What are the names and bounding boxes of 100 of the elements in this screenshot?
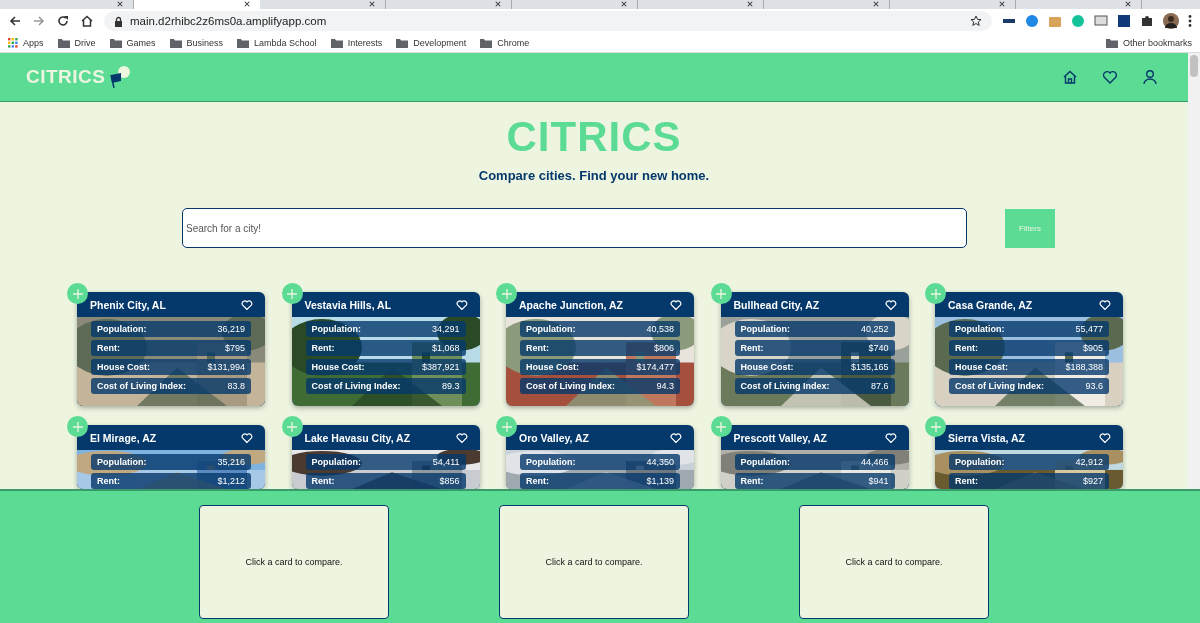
stat-label: Cost of Living Index: bbox=[955, 381, 1044, 391]
plus-icon bbox=[287, 288, 297, 299]
menu-icon[interactable] bbox=[1188, 14, 1192, 28]
compare-hint: Click a card to compare. bbox=[245, 557, 343, 567]
folder-icon bbox=[237, 37, 250, 48]
stat-label: Cost of Living Index: bbox=[526, 381, 615, 391]
city-card[interactable]: Bullhead City, AZ Population: 40,252 Rent: $740 House Cost: $135,165 Cost of Living Index: 87.6 bbox=[720, 292, 909, 406]
stat-label: Population: bbox=[526, 324, 576, 334]
close-icon[interactable] bbox=[747, 1, 753, 7]
add-button[interactable] bbox=[281, 416, 303, 437]
stat-value: $856 bbox=[439, 476, 460, 486]
add-button[interactable] bbox=[710, 416, 732, 437]
folder-icon bbox=[396, 37, 409, 48]
bookmark-folder[interactable]: Lambda School bbox=[237, 37, 317, 48]
close-icon[interactable] bbox=[495, 1, 501, 7]
add-button[interactable] bbox=[710, 283, 732, 304]
stat-label: Population: bbox=[97, 324, 147, 334]
home-icon[interactable] bbox=[80, 14, 94, 28]
city-name: Vestavia Hills, AL bbox=[304, 298, 392, 311]
city-card[interactable]: Phenix City, AL Population: 36,219 Rent: $795 House Cost: $131,994 Cost of Living Index: 83.8 bbox=[77, 292, 265, 406]
plus-icon bbox=[930, 288, 941, 299]
bookmark-folder[interactable]: Drive bbox=[57, 37, 96, 48]
bookmark-folder[interactable]: Development bbox=[396, 37, 467, 48]
compare-slot[interactable]: Click a card to compare. bbox=[799, 505, 989, 619]
city-card[interactable]: Vestavia Hills, AL Population: 34,291 Rent: $1,068 House Cost: $387,921 Cost of Living Index: 89.3 bbox=[291, 292, 480, 406]
stat-value: 87.6 bbox=[870, 381, 889, 391]
avatar-icon[interactable] bbox=[1163, 13, 1179, 29]
stat-value: 44,466 bbox=[860, 457, 889, 467]
stat-label: Rent: bbox=[526, 343, 549, 353]
stat-value: 44,350 bbox=[646, 457, 674, 467]
stat-label: Population: bbox=[311, 324, 361, 334]
stat-label: Rent: bbox=[955, 476, 978, 486]
forward-icon[interactable] bbox=[32, 14, 46, 28]
add-button[interactable] bbox=[67, 283, 88, 304]
plus-icon bbox=[72, 421, 83, 432]
puzzle-icon[interactable] bbox=[1140, 14, 1154, 28]
add-button[interactable] bbox=[925, 283, 946, 304]
home-icon[interactable] bbox=[1062, 69, 1078, 85]
bookmark-folder[interactable]: Chrome bbox=[480, 37, 530, 48]
add-button[interactable] bbox=[925, 416, 946, 437]
close-icon[interactable] bbox=[873, 1, 879, 7]
user-icon[interactable] bbox=[1142, 69, 1158, 85]
city-name: Oro Valley, AZ bbox=[519, 431, 590, 444]
bookmark-folder[interactable]: Games bbox=[109, 37, 156, 48]
address-field[interactable]: main.d2rhibc2z6ms0a.amplifyapp.com bbox=[104, 11, 992, 31]
folder-icon bbox=[169, 37, 182, 48]
stat-value: $740 bbox=[868, 343, 889, 353]
search-field[interactable]: Search for a city! bbox=[182, 208, 967, 248]
bookmark-folder[interactable]: Other bookmarks bbox=[1105, 37, 1192, 48]
city-name: El Mirage, AZ bbox=[90, 431, 157, 444]
star-icon[interactable] bbox=[970, 15, 982, 27]
close-icon[interactable] bbox=[621, 1, 627, 7]
add-button[interactable] bbox=[281, 283, 303, 304]
lock-icon bbox=[114, 15, 123, 27]
plus-icon bbox=[287, 421, 297, 432]
reload-icon[interactable] bbox=[56, 14, 70, 28]
compare-hint: Click a card to compare. bbox=[845, 557, 943, 567]
folder-icon bbox=[480, 37, 493, 48]
compare-slot[interactable]: Click a card to compare. bbox=[499, 505, 689, 619]
add-button[interactable] bbox=[496, 416, 517, 437]
stat-value: $174,477 bbox=[636, 362, 674, 372]
stat-label: Rent: bbox=[740, 476, 764, 486]
stat-label: Population: bbox=[97, 457, 147, 467]
city-card[interactable]: Prescott Valley, AZ Population: 44,466 Rent: $941 bbox=[720, 425, 909, 489]
city-name: Phenix City, AL bbox=[90, 298, 166, 311]
stat-value: $941 bbox=[868, 476, 889, 486]
bookmark-folder[interactable]: Business bbox=[169, 37, 224, 48]
apps-bookmark[interactable]: Apps bbox=[8, 37, 44, 48]
stat-label: Population: bbox=[740, 457, 790, 467]
plus-icon bbox=[501, 421, 512, 432]
stat-value: 42,912 bbox=[1075, 457, 1103, 467]
city-card[interactable]: Oro Valley, AZ Population: 44,350 Rent: $1,139 bbox=[506, 425, 694, 489]
compare-slot[interactable]: Click a card to compare. bbox=[199, 505, 389, 619]
heart-icon[interactable] bbox=[1102, 69, 1118, 85]
bookmark-folder[interactable]: Interests bbox=[330, 37, 383, 48]
city-name: Bullhead City, AZ bbox=[733, 298, 820, 311]
city-card[interactable]: Casa Grande, AZ Population: 55,477 Rent: $905 House Cost: $188,388 Cost of Living Index: 93.6 bbox=[935, 292, 1123, 406]
folder-icon bbox=[109, 37, 122, 48]
add-button[interactable] bbox=[67, 416, 88, 437]
city-card[interactable]: Apache Junction, AZ Population: 40,538 Rent: $806 House Cost: $174,477 Cost of Living Index: 94.3 bbox=[506, 292, 694, 406]
city-name: Apache Junction, AZ bbox=[519, 298, 624, 311]
folder-icon bbox=[1105, 37, 1118, 48]
city-card[interactable]: El Mirage, AZ Population: 35,216 Rent: $1,212 bbox=[77, 425, 265, 489]
close-icon[interactable] bbox=[999, 1, 1005, 7]
stat-value: 40,252 bbox=[860, 324, 889, 334]
add-button[interactable] bbox=[496, 283, 517, 304]
scrollbar-thumb[interactable] bbox=[1190, 55, 1198, 77]
close-icon[interactable] bbox=[244, 1, 250, 7]
stat-value: $1,139 bbox=[646, 476, 674, 486]
city-card[interactable]: Sierra Vista, AZ Population: 42,912 Rent: $927 bbox=[935, 425, 1123, 489]
apps-grid-icon bbox=[8, 37, 18, 48]
back-icon[interactable] bbox=[8, 14, 22, 28]
extension-icon[interactable] bbox=[1117, 14, 1131, 28]
close-icon[interactable] bbox=[117, 1, 123, 7]
plus-icon bbox=[716, 288, 726, 299]
city-card[interactable]: Lake Havasu City, AZ Population: 54,411 Rent: $856 bbox=[291, 425, 480, 489]
folder-icon bbox=[57, 37, 70, 48]
close-icon[interactable] bbox=[1125, 1, 1131, 7]
close-icon[interactable] bbox=[369, 1, 375, 7]
city-name: Prescott Valley, AZ bbox=[733, 431, 827, 444]
